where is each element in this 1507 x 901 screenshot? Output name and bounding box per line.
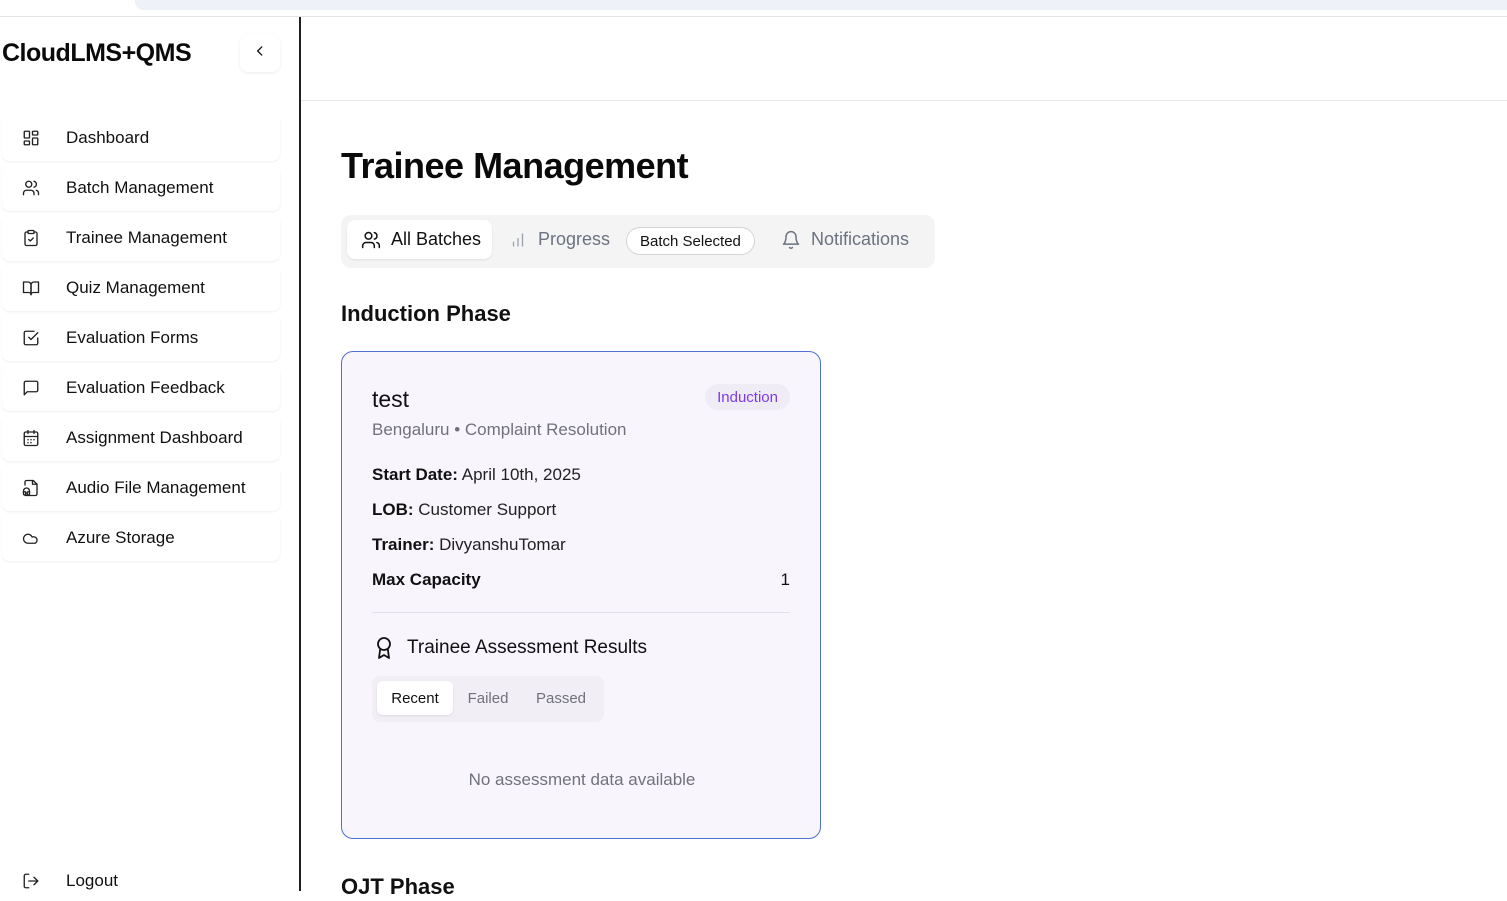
logout-label: Logout (66, 871, 118, 890)
browser-address-strip (0, 0, 1507, 17)
max-capacity-row: Max Capacity 1 (372, 570, 790, 590)
tab-passed[interactable]: Passed (525, 681, 597, 715)
tab-failed[interactable]: Failed (455, 681, 521, 715)
collapse-sidebar-button[interactable] (240, 34, 280, 72)
card-divider (372, 612, 790, 613)
sidebar-item-assignment-dashboard[interactable]: Assignment Dashboard (2, 415, 280, 461)
sidebar-item-evaluation-forms[interactable]: Evaluation Forms (2, 315, 280, 361)
chevron-left-icon (253, 44, 267, 63)
induction-phase-heading: Induction Phase (341, 301, 511, 326)
batch-selected-badge: Batch Selected (626, 227, 755, 255)
trainer-field: Trainer: DivyanshuTomar (372, 535, 566, 555)
sidebar-item-dashboard[interactable]: Dashboard (2, 115, 280, 161)
batch-name: test (372, 386, 410, 412)
trainer-value: DivyanshuTomar (439, 535, 566, 554)
ojt-phase-heading: OJT Phase (341, 874, 455, 899)
users-icon (22, 179, 40, 197)
lob-value: Customer Support (418, 500, 557, 519)
tab-label: All Batches (391, 229, 482, 249)
sidebar-item-azure-storage[interactable]: Azure Storage (2, 515, 280, 561)
sidebar-item-label: Trainee Management (66, 228, 227, 247)
start-date-field: Start Date: April 10th, 2025 (372, 465, 581, 485)
sidebar-item-label: Quiz Management (66, 278, 205, 297)
assessment-result-tabs: Recent Failed Passed (372, 676, 604, 722)
phase-badge: Induction (705, 384, 790, 410)
tab-label: Progress (538, 229, 611, 249)
sidebar: CloudLMS+QMS Dashboard Batch Management … (0, 17, 301, 891)
sidebar-item-label: Assignment Dashboard (66, 428, 243, 447)
sidebar-item-label: Evaluation Feedback (66, 378, 225, 397)
sidebar-item-label: Evaluation Forms (66, 328, 199, 347)
bell-icon (781, 230, 801, 250)
sidebar-item-label: Azure Storage (66, 528, 175, 547)
log-out-icon (22, 872, 40, 890)
brand-logo-text: CloudLMS+QMS (2, 39, 192, 67)
file-audio-icon (22, 479, 40, 497)
tab-recent[interactable]: Recent (377, 681, 453, 715)
check-square-icon (22, 329, 40, 347)
start-date-label: Start Date: (372, 465, 458, 484)
tab-all-batches[interactable]: All Batches (347, 220, 492, 259)
tab-label: Notifications (811, 229, 910, 249)
lob-field: LOB: Customer Support (372, 500, 556, 520)
book-open-icon (22, 279, 40, 297)
start-date-value: April 10th, 2025 (461, 465, 581, 484)
batch-location-process: Bengaluru • Complaint Resolution (372, 420, 627, 439)
sidebar-item-evaluation-feedback[interactable]: Evaluation Feedback (2, 365, 280, 411)
assessment-results-title: Trainee Assessment Results (407, 637, 648, 658)
message-square-icon (22, 379, 40, 397)
address-bar[interactable] (135, 0, 1507, 10)
top-bar (301, 17, 1507, 101)
view-tabs: All Batches Progress Batch Selected Noti… (341, 215, 935, 268)
empty-state-message: No assessment data available (468, 770, 696, 789)
bar-chart-icon (508, 230, 528, 250)
cloud-icon (22, 529, 40, 547)
sidebar-item-label: Batch Management (66, 178, 214, 197)
logout-button[interactable]: Logout (2, 861, 280, 901)
sidebar-item-label: Dashboard (66, 128, 150, 147)
tab-progress[interactable]: Progress (508, 220, 610, 259)
main-content: Trainee Management All Batches Progress … (301, 17, 1507, 899)
max-capacity-value: 1 (780, 570, 790, 589)
sidebar-item-trainee-management[interactable]: Trainee Management (2, 215, 280, 261)
sidebar-item-label: Audio File Management (66, 478, 246, 497)
trainer-label: Trainer: (372, 535, 435, 554)
page-title: Trainee Management (341, 145, 689, 186)
sidebar-item-quiz-management[interactable]: Quiz Management (2, 265, 280, 311)
sidebar-item-audio-file-management[interactable]: Audio File Management (2, 465, 280, 511)
max-capacity-label: Max Capacity (372, 570, 481, 589)
lob-label: LOB: (372, 500, 414, 519)
sidebar-item-batch-management[interactable]: Batch Management (2, 165, 280, 211)
assessment-results-heading: Trainee Assessment Results (372, 636, 647, 660)
tab-notifications[interactable]: Notifications (781, 220, 909, 259)
clipboard-check-icon (22, 229, 40, 247)
sidebar-nav: Dashboard Batch Management Trainee Manag… (2, 115, 280, 565)
users-icon (361, 230, 381, 250)
batch-card[interactable]: test Induction Bengaluru • Complaint Res… (341, 351, 821, 839)
award-icon (372, 636, 396, 660)
grid-icon (22, 129, 40, 147)
calendar-icon (22, 429, 40, 447)
